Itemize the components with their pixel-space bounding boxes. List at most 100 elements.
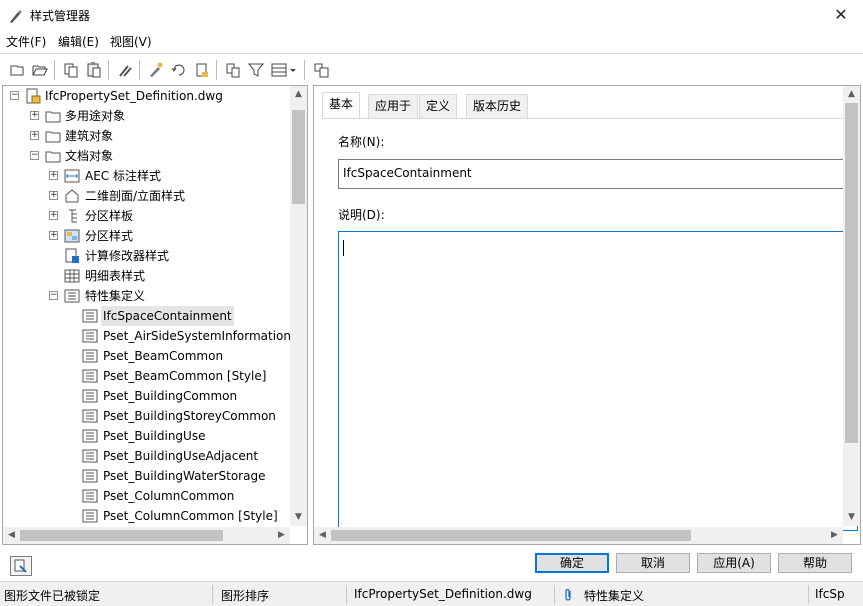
scroll-thumb[interactable] xyxy=(845,103,858,443)
paste-icon[interactable] xyxy=(85,61,103,79)
tree-leaf[interactable]: Pset_ColumnCommon [Style] xyxy=(3,506,288,526)
scroll-right-icon[interactable]: ▶ xyxy=(826,527,843,544)
expand-toggle[interactable]: + xyxy=(49,171,58,180)
new-icon[interactable] xyxy=(8,61,26,79)
scroll-thumb[interactable] xyxy=(292,110,305,204)
collapse-toggle[interactable]: − xyxy=(49,291,58,300)
tree-node[interactable]: + 二维剖面/立面样式 xyxy=(3,186,288,206)
edit-icon[interactable] xyxy=(193,61,211,79)
properties-panel: 基本 应用于 定义 版本历史 名称(N): IfcSpaceContainmen… xyxy=(313,85,861,545)
tree-leaf[interactable]: Pset_BuildingCommon xyxy=(3,386,288,406)
tree-node-label: 特性集定义 xyxy=(85,289,146,303)
tab-basic[interactable]: 基本 xyxy=(322,92,361,119)
property-set-icon xyxy=(82,489,98,503)
tree-leaf[interactable]: Pset_AirSideSystemInformation xyxy=(3,326,292,346)
edit-style-icon[interactable] xyxy=(147,61,165,79)
tree-node[interactable]: 计算修改器样式 xyxy=(3,246,288,266)
tree-leaf-label: Pset_ColumnCommon xyxy=(103,489,235,503)
tree-leaf[interactable]: Pset_BuildingStoreyCommon xyxy=(3,406,288,426)
folder-icon xyxy=(45,111,61,123)
tree-leaf[interactable]: Pset_BuildingUseAdjacent xyxy=(3,446,288,466)
expand-toggle[interactable]: + xyxy=(49,231,58,240)
tab-definition[interactable]: 定义 xyxy=(419,94,458,118)
tree-leaf[interactable]: Pset_BuildingUse xyxy=(3,426,288,446)
style-tree[interactable]: − IfcPropertySet_Definition.dwg + 多用途对象 … xyxy=(2,85,308,545)
scroll-up-icon[interactable]: ▲ xyxy=(843,86,860,103)
tree-leaf-label: Pset_BuildingCommon xyxy=(103,389,238,403)
tree-node[interactable]: + 分区样板 xyxy=(3,206,288,226)
tree-root[interactable]: − IfcPropertySet_Definition.dwg xyxy=(7,86,292,106)
tree-leaf-label: Pset_AirSideSystemInformation xyxy=(103,329,292,343)
tree-leaf-label: Pset_ColumnCommon [Style] xyxy=(103,509,278,523)
purge-icon[interactable] xyxy=(116,61,134,79)
collapse-toggle[interactable]: − xyxy=(30,151,39,160)
property-set-icon xyxy=(82,469,98,483)
scroll-thumb[interactable] xyxy=(20,530,223,541)
expand-toggle[interactable]: + xyxy=(30,131,39,140)
toggle-view-icon[interactable] xyxy=(313,61,331,79)
tab-applies-to[interactable]: 应用于 xyxy=(368,94,419,118)
property-set-icon xyxy=(82,369,98,383)
help-button[interactable]: 帮助 xyxy=(778,553,852,573)
tree-node-label: 明细表样式 xyxy=(85,269,146,283)
drawing-file-icon xyxy=(26,88,41,104)
open-icon[interactable] xyxy=(31,61,49,79)
collapse-toggle[interactable]: − xyxy=(10,91,19,100)
expand-toggle[interactable]: + xyxy=(49,191,58,200)
scroll-up-icon[interactable]: ▲ xyxy=(290,86,307,103)
menu-file[interactable]: 文件(F) xyxy=(6,33,46,50)
view-icon[interactable] xyxy=(270,61,298,79)
cancel-button[interactable]: 取消 xyxy=(616,553,690,573)
property-set-icon xyxy=(82,309,98,323)
tree-node[interactable]: + AEC 标注样式 xyxy=(3,166,288,186)
scroll-thumb[interactable] xyxy=(331,530,691,541)
description-field[interactable] xyxy=(338,231,858,531)
tab-version-history[interactable]: 版本历史 xyxy=(466,94,529,118)
name-field[interactable]: IfcSpaceContainment xyxy=(338,159,858,189)
scroll-down-icon[interactable]: ▼ xyxy=(290,509,307,526)
scroll-down-icon[interactable]: ▼ xyxy=(843,509,860,526)
menu-edit[interactable]: 编辑(E) xyxy=(58,33,99,50)
filter-icon[interactable] xyxy=(247,61,265,79)
tree-leaf[interactable]: Pset_BeamCommon [Style] xyxy=(3,366,288,386)
toggle-preview-button[interactable] xyxy=(10,556,32,576)
menu-view[interactable]: 视图(V) xyxy=(110,33,152,50)
tree-node-label: 多用途对象 xyxy=(65,109,126,123)
status-separator xyxy=(554,585,555,604)
tree-leaf-label: Pset_BeamCommon [Style] xyxy=(103,369,267,383)
tree-leaf[interactable]: Pset_ColumnCommon xyxy=(3,486,288,506)
menu-bar: 文件(F) 编辑(E) 视图(V) xyxy=(0,30,863,52)
tree-leaf[interactable]: Pset_BeamCommon xyxy=(3,346,288,366)
status-lock: 图形文件已被锁定 xyxy=(4,589,101,603)
expand-toggle[interactable]: + xyxy=(49,211,58,220)
panel-vertical-scrollbar[interactable]: ▲ ▼ xyxy=(843,86,860,526)
panel-horizontal-scrollbar[interactable]: ◀ ▶ xyxy=(314,527,843,544)
sort-icon[interactable] xyxy=(224,61,242,79)
close-button[interactable]: ✕ xyxy=(828,4,854,26)
tree-node[interactable]: 明细表样式 xyxy=(3,266,288,286)
apply-button[interactable]: 应用(A) xyxy=(697,553,771,573)
scroll-right-icon[interactable]: ▶ xyxy=(273,527,290,544)
tree-node-label: 二维剖面/立面样式 xyxy=(85,189,186,203)
set-from-icon[interactable] xyxy=(170,61,188,79)
tree-vertical-scrollbar[interactable]: ▲ ▼ xyxy=(290,86,307,526)
tree-node[interactable]: + 分区样式 xyxy=(3,226,288,246)
name-label: 名称(N): xyxy=(338,135,385,149)
toolbar-separator xyxy=(139,60,140,80)
tree-node[interactable]: + 多用途对象 xyxy=(3,106,288,126)
copy-icon[interactable] xyxy=(62,61,80,79)
ok-button[interactable]: 确定 xyxy=(535,553,609,573)
tab-content: 名称(N): IfcSpaceContainment 说明(D): xyxy=(322,118,860,531)
scroll-left-icon[interactable]: ◀ xyxy=(314,527,331,544)
tree-node[interactable]: − 特性集定义 xyxy=(3,286,288,306)
tree-leaf[interactable]: IfcSpaceContainment xyxy=(3,306,288,326)
toolbar-separator xyxy=(216,60,217,80)
expand-toggle[interactable]: + xyxy=(30,111,39,120)
scroll-left-icon[interactable]: ◀ xyxy=(3,527,20,544)
title-bar: 样式管理器 ✕ xyxy=(0,0,863,30)
tree-leaf[interactable]: Pset_BuildingWaterStorage xyxy=(3,466,288,486)
tree-horizontal-scrollbar[interactable]: ◀ ▶ xyxy=(3,527,290,544)
tree-node[interactable]: + 建筑对象 xyxy=(3,126,288,146)
tree-node[interactable]: − 文档对象 xyxy=(3,146,288,166)
status-bar: 图形文件已被锁定 图形排序 IfcPropertySet_Definition.… xyxy=(0,581,863,606)
